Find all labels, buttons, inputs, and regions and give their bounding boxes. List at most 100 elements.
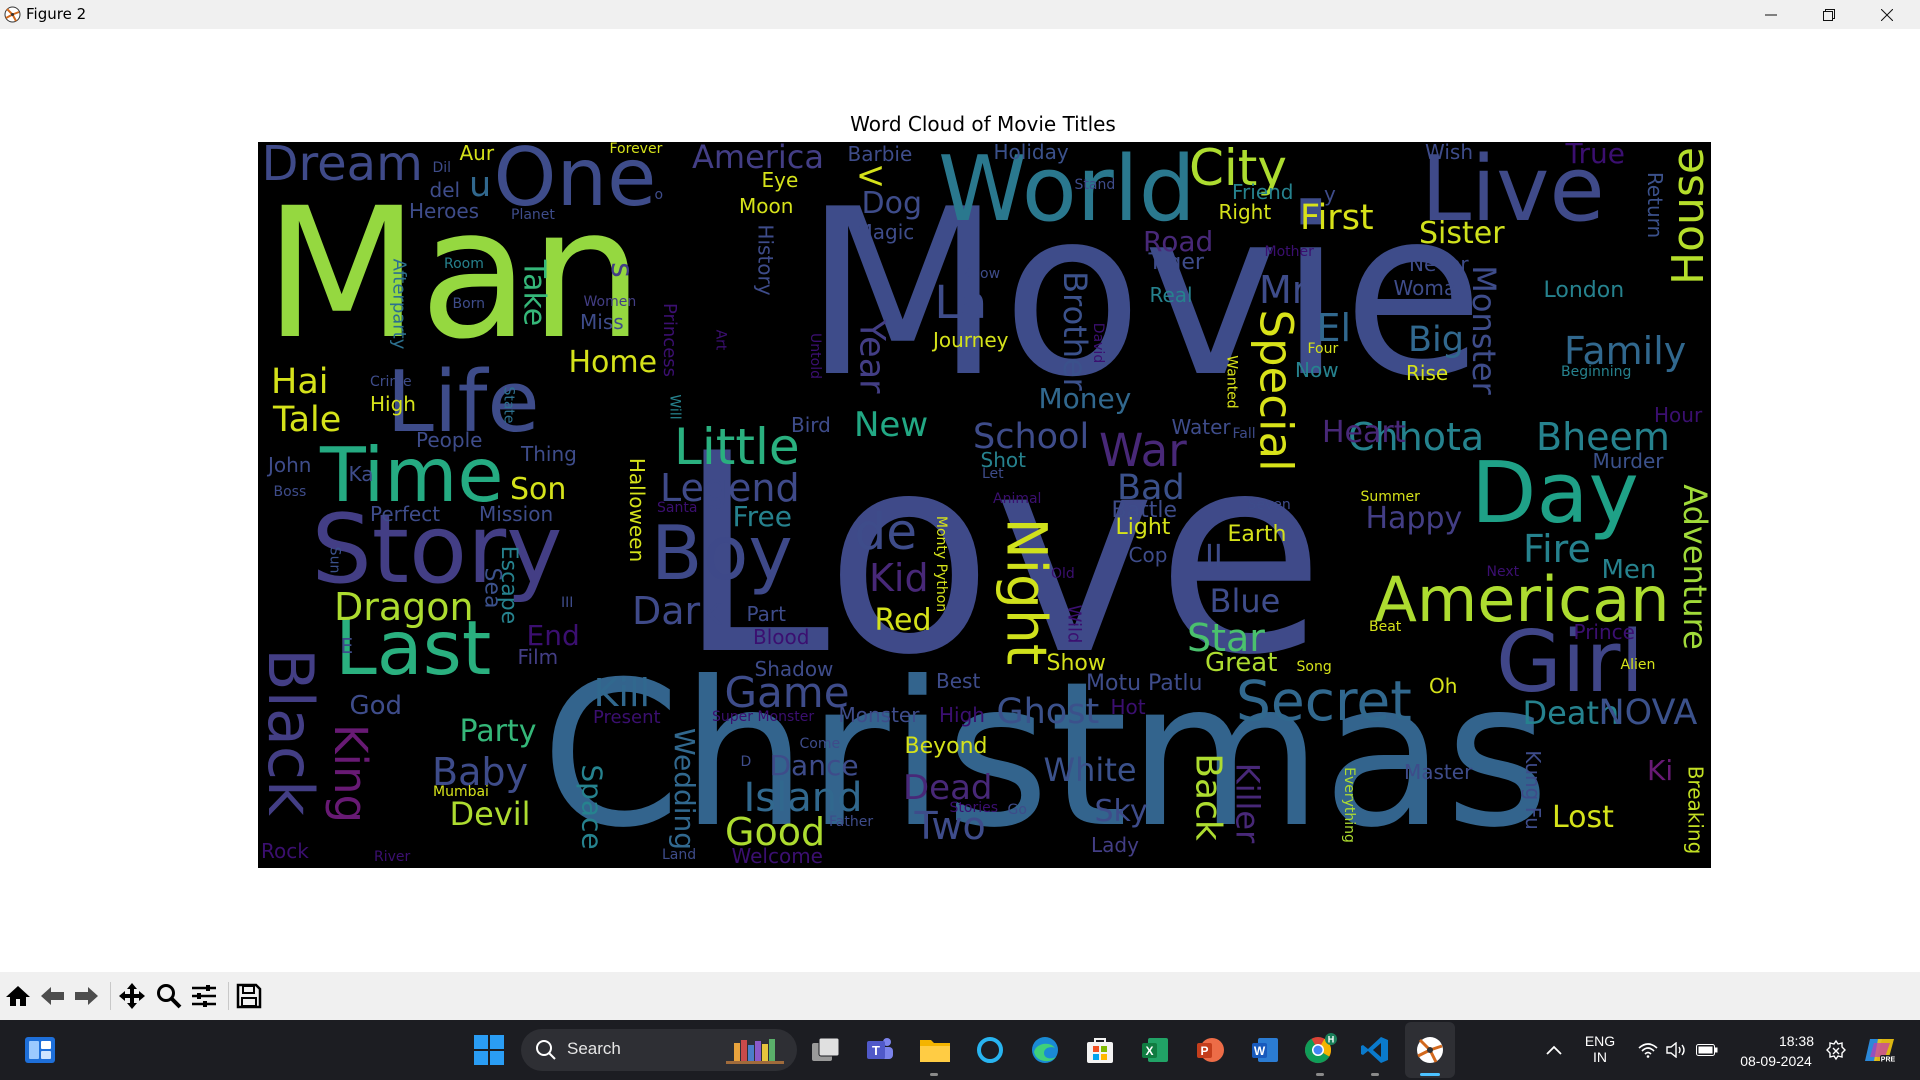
word-cloud-word: Heart <box>1322 415 1406 450</box>
word-cloud-word: Dark <box>632 589 723 633</box>
chevron-up-icon[interactable] <box>1534 1030 1574 1070</box>
close-button[interactable] <box>1858 0 1916 29</box>
word-cloud-word: Men <box>1601 555 1657 585</box>
word-cloud-word: Planet <box>511 207 555 223</box>
minimize-button[interactable] <box>1742 0 1800 29</box>
word-cloud-word: Ghost <box>996 691 1100 732</box>
word-cloud-word: Tiger <box>1148 250 1204 275</box>
word-cloud-word: Afterparty <box>387 258 409 350</box>
word-cloud-word: s <box>603 262 639 278</box>
word-cloud-word: Untold <box>806 333 823 379</box>
window-title: Figure 2 <box>26 5 87 23</box>
word-cloud-word: Brother <box>1055 271 1094 391</box>
word-cloud-word: Land <box>662 847 697 863</box>
language-code: ENG <box>1584 1033 1616 1049</box>
word-cloud-word: People <box>416 428 483 452</box>
word-cloud-word: Murder <box>1592 449 1664 473</box>
word-cloud-word: Father <box>829 814 874 830</box>
word-cloud-word: Moon <box>739 194 794 218</box>
pan-icon[interactable] <box>116 980 148 1012</box>
zoom-icon[interactable] <box>153 980 185 1012</box>
word-cloud-word: Room <box>444 256 484 272</box>
word-cloud-word: Real <box>1149 283 1193 307</box>
word-cloud-word: Mission <box>479 502 554 526</box>
word-cloud-word: Perfect <box>370 502 441 526</box>
word-cloud-word: Breaking <box>1682 765 1707 855</box>
word-cloud-word: Rock <box>261 839 309 863</box>
word-cloud-word: Sea <box>478 567 504 609</box>
forward-icon[interactable] <box>70 980 102 1012</box>
word-cloud-word: Dream <box>261 142 423 192</box>
word-cloud-word: Happy <box>1365 501 1463 536</box>
word-cloud-word: Dil <box>432 160 452 176</box>
toolbar-separator <box>110 982 111 1010</box>
word-cloud-word: High <box>370 392 416 416</box>
start-button-icon[interactable] <box>469 1030 509 1070</box>
taskbar-search-box[interactable]: Search <box>521 1029 797 1071</box>
word-cloud-word: Right <box>1218 200 1272 224</box>
powerpoint-icon[interactable]: P <box>1190 1030 1230 1070</box>
back-icon[interactable] <box>37 980 69 1012</box>
task-view-icon[interactable] <box>806 1030 846 1070</box>
toolbar-separator <box>228 982 229 1010</box>
word-cloud-word: Prince <box>1573 620 1635 644</box>
word-cloud-word: Monty Python <box>933 515 950 613</box>
save-icon[interactable] <box>233 980 265 1012</box>
word-cloud-word: Big <box>1408 319 1464 360</box>
home-icon[interactable] <box>2 980 34 1012</box>
word-cloud-word: Take <box>515 259 551 327</box>
vscode-icon[interactable] <box>1355 1030 1395 1070</box>
word-cloud-word: Wanted <box>1223 355 1240 409</box>
word-cloud-word: Killer <box>1227 762 1266 844</box>
word-cloud-word: Rise <box>1406 361 1449 385</box>
word-cloud-word: Free <box>732 500 792 533</box>
word-cloud-word: Night <box>994 517 1059 665</box>
focus-assist-icon[interactable] <box>1816 1030 1856 1070</box>
word-cloud-word: Eye <box>761 168 799 192</box>
word-cloud-word: Earth <box>1227 522 1287 547</box>
restore-button[interactable] <box>1800 0 1858 29</box>
word-cloud-word: Women <box>583 294 637 310</box>
edge-icon[interactable] <box>1025 1030 1065 1070</box>
battery-icon[interactable] <box>1687 1030 1727 1070</box>
word-cloud-word: Adventure <box>1675 484 1711 650</box>
copilot-icon[interactable]: PRE <box>1860 1030 1900 1070</box>
word-icon[interactable]: W <box>1245 1030 1285 1070</box>
word-cloud-word: u <box>469 164 492 205</box>
matplotlib-taskbar-icon[interactable] <box>1410 1030 1450 1070</box>
word-cloud-word: State <box>500 386 517 424</box>
word-cloud-word: Song <box>1296 659 1332 675</box>
word-cloud-word: Halloween <box>625 457 650 563</box>
language-indicator[interactable]: ENG IN <box>1574 1033 1626 1065</box>
word-cloud-word: Aur <box>459 142 495 165</box>
svg-text:P: P <box>1200 1044 1208 1058</box>
word-cloud-word: Summer <box>1360 489 1420 505</box>
word-cloud-word: America <box>692 142 824 176</box>
word-cloud-word: NOVA <box>1598 692 1698 733</box>
clock[interactable]: 18:38 08-09-2024 <box>1732 1031 1820 1071</box>
microsoft-store-icon[interactable] <box>1080 1030 1120 1070</box>
word-cloud-word: Crime <box>370 374 412 390</box>
file-explorer-icon[interactable] <box>915 1030 955 1070</box>
word-cloud-word: V <box>850 165 886 187</box>
word-cloud-word: Hot <box>1110 695 1146 719</box>
widgets-icon[interactable] <box>20 1030 60 1070</box>
word-cloud-word: Princess <box>659 302 681 378</box>
cortana-icon[interactable] <box>970 1030 1010 1070</box>
word-cloud-word: Home <box>568 345 658 380</box>
word-cloud-word: Sky <box>1094 794 1148 829</box>
chrome-icon[interactable]: H <box>1300 1030 1340 1070</box>
word-cloud-word: Monster <box>1464 265 1503 395</box>
word-cloud-word: King <box>323 723 377 823</box>
configure-subplots-icon[interactable] <box>188 980 220 1012</box>
word-cloud-word: Sun <box>325 546 342 574</box>
word-cloud-word: III <box>561 595 574 611</box>
teams-icon[interactable]: T <box>860 1030 900 1070</box>
word-cloud-word: Lost <box>1552 800 1614 835</box>
word-cloud-word: Return <box>1643 171 1668 239</box>
word-cloud-word: Beginning <box>1561 364 1632 380</box>
word-cloud-word: Present <box>593 707 661 728</box>
word-cloud-word: de <box>854 503 918 561</box>
word-cloud-word: Will <box>666 394 683 420</box>
excel-icon[interactable]: X <box>1135 1030 1175 1070</box>
